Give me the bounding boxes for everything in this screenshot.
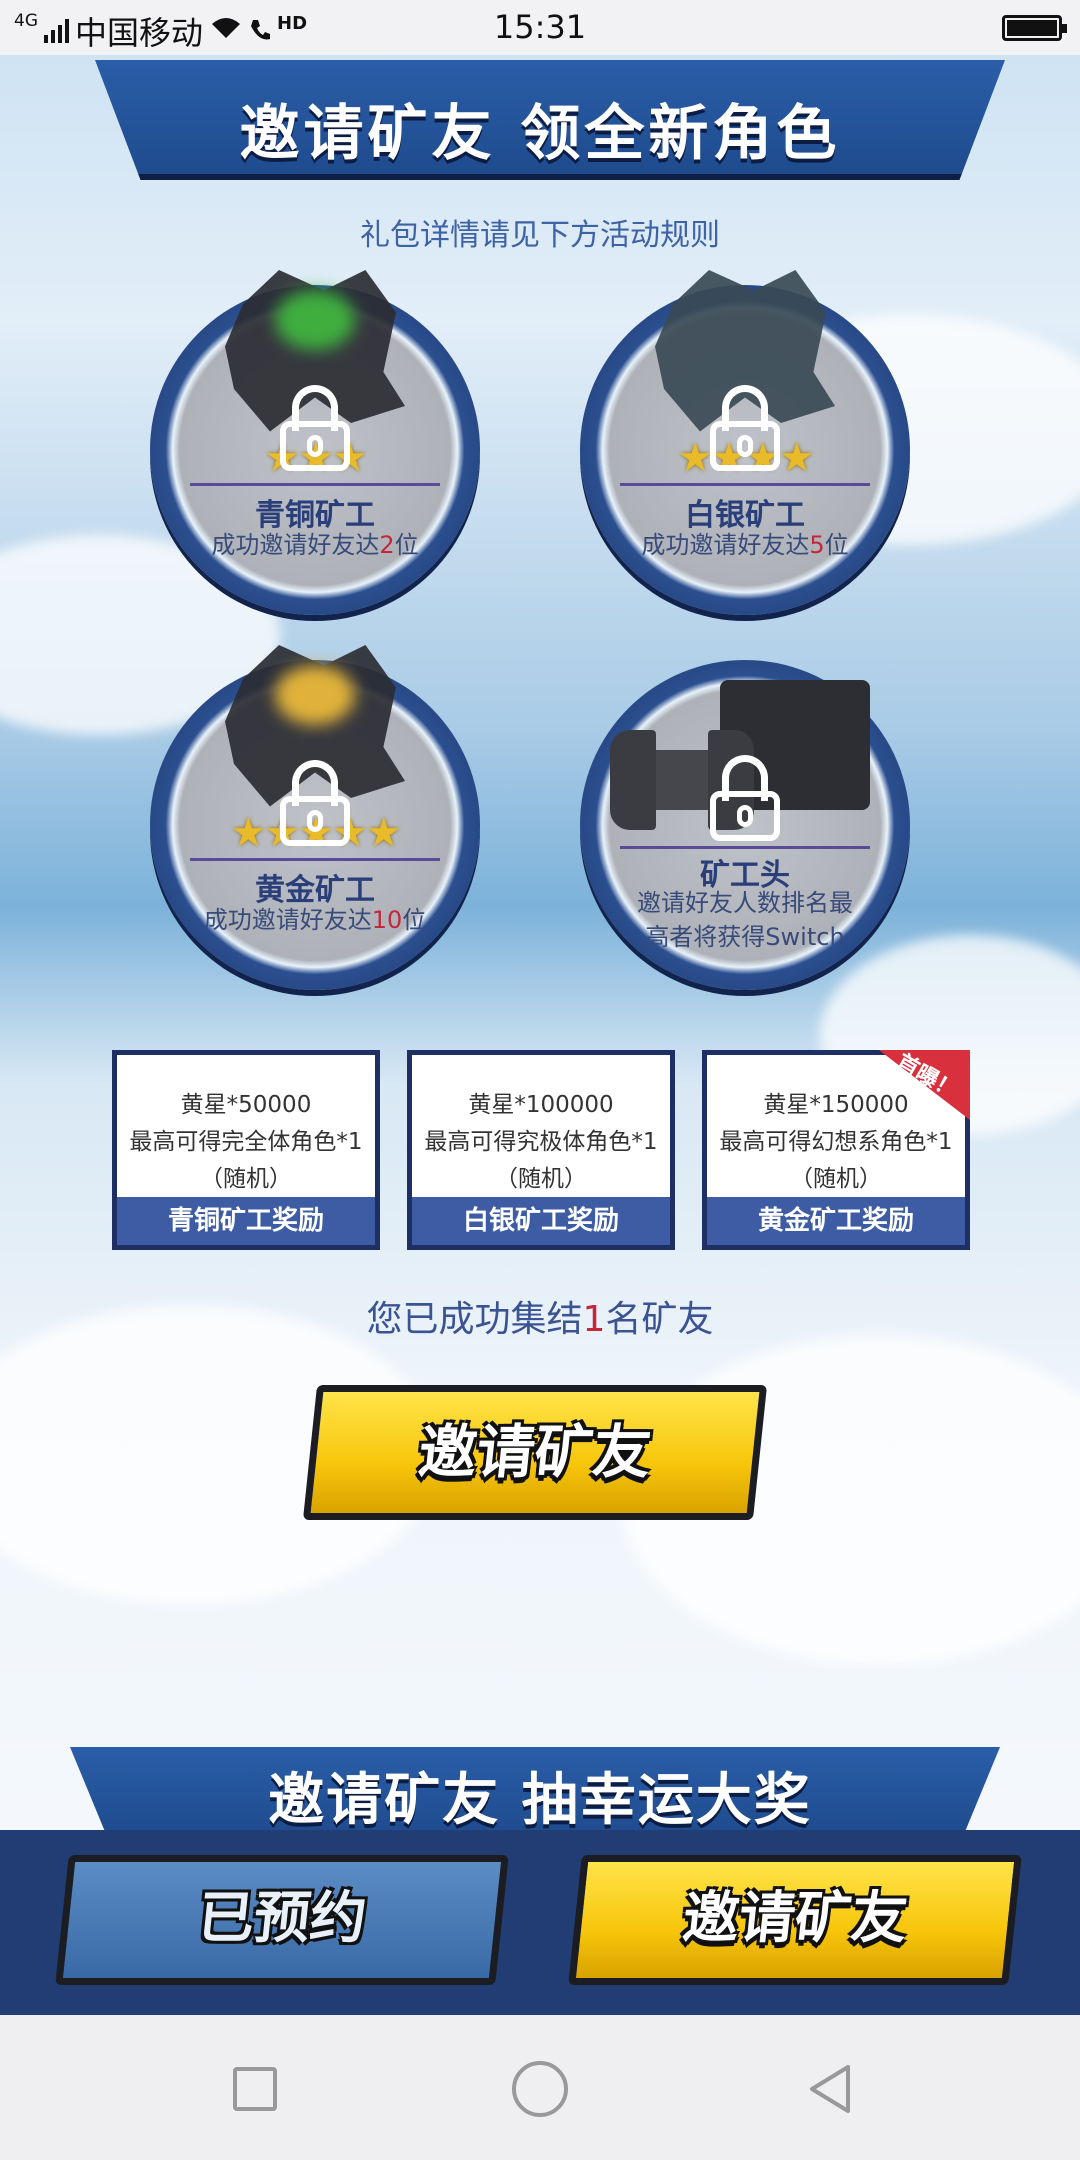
clock: 15:31: [493, 8, 587, 46]
card-footer: 白银矿工奖励: [412, 1197, 670, 1245]
tier-badge-top: 矿工头 邀请好友人数排名最 高者将获得Switch: [580, 660, 910, 990]
tier-requirement: 成功邀请好友达5位: [641, 531, 849, 559]
invite-progress-text: 您已成功集结1名矿友: [366, 1299, 714, 1340]
tier-requirement: 成功邀请好友达10位: [203, 906, 427, 934]
tier-badge-bronze: ★★★ 青铜矿工 成功邀请好友达2位: [150, 270, 480, 615]
bottom-action-bar: 已预约 邀请矿友: [0, 1830, 1080, 2015]
event-page: 邀请矿友 领全新角色 礼包详情请见下方活动规则 ★★★ 青铜矿工 成功邀请好友达…: [0, 55, 1080, 1830]
lock-icon: [710, 385, 780, 471]
reward-card-silver: 黄星*100000 最高可得究极体角色*1 （随机） 白银矿工奖励: [407, 1050, 675, 1250]
back-icon[interactable]: [808, 2063, 852, 2115]
system-nav-bar: [0, 2015, 1080, 2160]
recent-apps-icon[interactable]: [233, 2067, 277, 2111]
lock-icon: [710, 755, 780, 841]
tier-requirement: 邀请好友人数排名最 高者将获得Switch: [637, 889, 853, 951]
page-subtitle: 礼包详情请见下方活动规则: [360, 218, 720, 253]
card-footer: 青铜矿工奖励: [117, 1197, 375, 1245]
status-bar: 4G 中国移动 HD 15:31: [0, 0, 1080, 55]
bottom-invite-button[interactable]: 邀请矿友: [568, 1855, 1022, 1985]
invite-friends-button[interactable]: 邀请矿友: [302, 1385, 768, 1520]
home-icon[interactable]: [512, 2061, 568, 2117]
battery-icon: [1002, 15, 1067, 41]
tier-requirement: 成功邀请好友达2位: [211, 531, 419, 559]
reserved-button[interactable]: 已预约: [55, 1855, 509, 1985]
card-footer: 黄金矿工奖励: [707, 1197, 965, 1245]
section2-title: 邀请矿友 抽幸运大奖: [268, 1768, 812, 1830]
reward-card-gold: 首曝！ 黄星*150000 最高可得幻想系角色*1 （随机） 黄金矿工奖励: [702, 1050, 970, 1250]
tier-badge-silver: ★★★★ 白银矿工 成功邀请好友达5位: [580, 270, 910, 615]
lock-icon: [280, 760, 350, 846]
tier-badge-gold: ★★★★★ 黄金矿工 成功邀请好友达10位: [150, 645, 480, 990]
lock-icon: [280, 385, 350, 471]
reward-card-bronze: 黄星*50000 最高可得完全体角色*1 （随机） 青铜矿工奖励: [112, 1050, 380, 1250]
page-title: 邀请矿友 领全新角色: [239, 99, 841, 169]
